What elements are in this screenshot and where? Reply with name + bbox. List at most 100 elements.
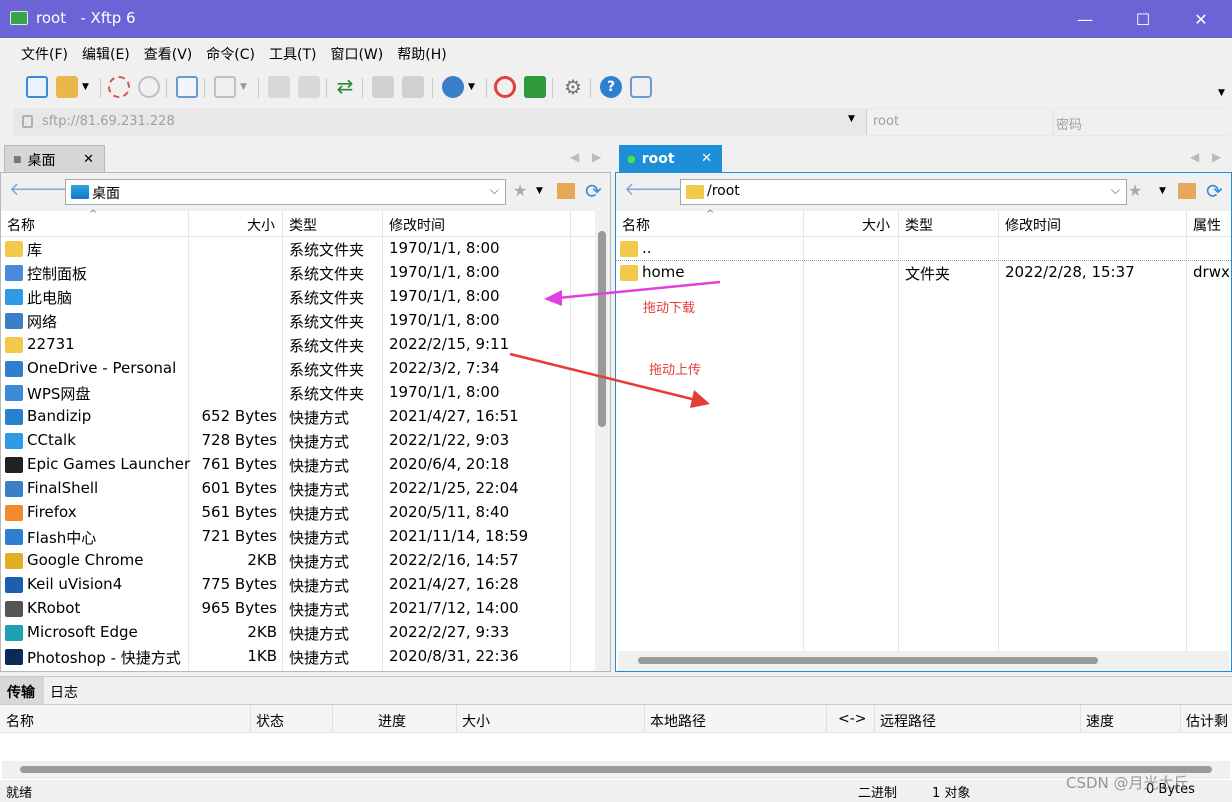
close-window-button[interactable]: ✕ — [1172, 0, 1230, 38]
home-folder-icon[interactable] — [1178, 183, 1196, 199]
col-modified[interactable]: 修改时间 — [389, 215, 445, 235]
local-path-box[interactable]: 桌面 ⌵ — [65, 179, 506, 205]
table-row[interactable]: Firefox 561 Bytes 快捷方式 2020/5/11, 8:40 — [1, 501, 595, 525]
favorite-dropdown-icon[interactable]: ▼ — [1159, 186, 1166, 196]
sync-transfer-icon[interactable]: ⇄ — [334, 76, 356, 98]
reconnect-icon[interactable] — [138, 76, 160, 98]
menu-window[interactable]: 窗口(W) — [323, 44, 390, 64]
address-dropdown-icon[interactable]: ▼ — [848, 114, 855, 124]
table-row[interactable]: Keil uVision4 775 Bytes 快捷方式 2021/4/27, 16:… — [1, 573, 595, 597]
col-type[interactable]: 类型 — [289, 215, 317, 235]
transfer-col-progress[interactable]: 进度 — [378, 711, 406, 731]
properties-icon[interactable] — [176, 76, 198, 98]
transfer-col-status[interactable]: 状态 — [256, 711, 284, 731]
col-type[interactable]: 类型 — [905, 215, 933, 235]
refresh-icon[interactable]: ⟳ — [585, 179, 602, 203]
help-icon[interactable]: ? — [600, 76, 622, 98]
transfer-col-size[interactable]: 大小 — [462, 711, 490, 731]
table-row[interactable]: FinalShell 601 Bytes 快捷方式 2022/1/25, 22:04 — [1, 477, 595, 501]
col-attributes[interactable]: 属性 — [1193, 215, 1221, 235]
maximize-button[interactable]: ☐ — [1114, 0, 1172, 38]
file-modified: 2021/7/12, 14:00 — [389, 599, 519, 617]
table-row[interactable]: 库 系统文件夹 1970/1/1, 8:00 — [1, 237, 595, 261]
upload-file-icon[interactable] — [268, 76, 290, 98]
table-row[interactable]: Flash中心 721 Bytes 快捷方式 2021/11/14, 18:59 — [1, 525, 595, 549]
table-row[interactable]: Google Chrome 2KB 快捷方式 2022/2/16, 14:57 — [1, 549, 595, 573]
download-file-icon[interactable] — [298, 76, 320, 98]
table-row[interactable]: .. — [616, 237, 1231, 261]
transfer-col-eta[interactable]: 估计剩 — [1186, 711, 1228, 731]
open-folder-icon[interactable] — [56, 76, 78, 98]
file-type: 系统文件夹 — [289, 313, 365, 331]
table-row[interactable]: Epic Games Launcher 761 Bytes 快捷方式 2020/6/4… — [1, 453, 595, 477]
menu-tools[interactable]: 工具(T) — [262, 44, 323, 64]
open-dropdown-icon[interactable]: ▼ — [82, 82, 89, 92]
new-session-icon[interactable] — [26, 76, 48, 98]
path-dropdown-icon[interactable]: ⌵ — [490, 183, 499, 198]
transfer-col-local-path[interactable]: 本地路径 — [650, 711, 706, 731]
scroll-thumb[interactable] — [638, 657, 1098, 664]
paste-icon[interactable] — [402, 76, 424, 98]
remote-horizontal-scrollbar[interactable] — [618, 651, 1229, 671]
col-name[interactable]: 名称 — [7, 215, 35, 235]
menu-help[interactable]: 帮助(H) — [390, 44, 453, 64]
scroll-thumb[interactable] — [20, 766, 1212, 773]
file-type: 快捷方式 — [289, 577, 350, 595]
tab-transfer[interactable]: 传输 — [0, 677, 44, 704]
path-dropdown-icon[interactable]: ⌵ — [1111, 183, 1120, 198]
table-row[interactable]: KRobot 965 Bytes 快捷方式 2021/7/12, 14:00 — [1, 597, 595, 621]
close-tab-icon[interactable]: ✕ — [83, 152, 94, 167]
tab-root[interactable]: ● root ✕ — [619, 145, 722, 173]
file-modified: 2022/1/25, 22:04 — [389, 479, 519, 497]
home-folder-icon[interactable] — [557, 183, 575, 199]
col-size[interactable]: 大小 — [247, 215, 275, 235]
close-tab-icon[interactable]: ✕ — [701, 151, 712, 166]
tab-log[interactable]: 日志 — [50, 682, 78, 702]
chrome-icon — [5, 553, 23, 569]
transfer-col-name[interactable]: 名称 — [6, 711, 34, 731]
menu-file[interactable]: 文件(F) — [14, 44, 75, 64]
col-name[interactable]: 名称 — [622, 215, 650, 235]
globe-dropdown-icon[interactable]: ▼ — [468, 82, 475, 92]
disconnect-icon[interactable] — [108, 76, 130, 98]
favorite-star-icon[interactable]: ★ — [513, 181, 527, 200]
favorite-dropdown-icon[interactable]: ▼ — [536, 186, 543, 196]
file-modified: 2022/2/15, 9:11 — [389, 335, 510, 353]
minimize-button[interactable]: — — [1056, 0, 1114, 38]
transfer-horizontal-scrollbar[interactable] — [2, 761, 1230, 779]
address-input[interactable]: sftp://81.69.231.228 — [42, 114, 175, 129]
play-icon[interactable] — [214, 76, 236, 98]
toolbar-overflow-icon[interactable]: ▼ — [1218, 88, 1225, 98]
table-row[interactable]: Microsoft Edge 2KB 快捷方式 2022/2/27, 9:33 — [1, 621, 595, 645]
gear-icon[interactable]: ⚙ — [562, 76, 584, 98]
download-arrow-line — [557, 280, 721, 300]
table-row[interactable]: CCtalk 728 Bytes 快捷方式 2022/1/22, 9:03 — [1, 429, 595, 453]
menu-view[interactable]: 查看(V) — [137, 44, 200, 64]
username-field[interactable]: root — [866, 109, 1052, 135]
remote-path-box[interactable]: /root ⌵ — [680, 179, 1127, 205]
play-dropdown-icon[interactable]: ▼ — [240, 82, 247, 92]
transfer-col-speed[interactable]: 速度 — [1086, 711, 1114, 731]
password-field[interactable]: 密码 — [1054, 109, 1230, 135]
col-size[interactable]: 大小 — [862, 215, 890, 235]
globe-icon[interactable] — [442, 76, 464, 98]
tab-scroll-left-icon[interactable]: ◀ — [1190, 150, 1199, 164]
tab-scroll-right-icon[interactable]: ▶ — [1212, 150, 1221, 164]
menu-edit[interactable]: 编辑(E) — [75, 44, 137, 64]
xftp-icon[interactable] — [524, 76, 546, 98]
chat-icon[interactable] — [630, 76, 652, 98]
table-row[interactable]: Photoshop - 快捷方式 1KB 快捷方式 2020/8/31, 22:36 — [1, 645, 595, 669]
menu-command[interactable]: 命令(C) — [199, 44, 262, 64]
copy-icon[interactable] — [372, 76, 394, 98]
tab-scroll-left-icon[interactable]: ◀ — [570, 150, 579, 164]
file-modified: 1970/1/1, 8:00 — [389, 287, 500, 305]
transfer-col-remote-path[interactable]: 远程路径 — [880, 711, 936, 731]
col-modified[interactable]: 修改时间 — [1005, 215, 1061, 235]
tab-desktop[interactable]: ■ 桌面 ✕ — [4, 145, 105, 173]
refresh-icon[interactable]: ⟳ — [1206, 179, 1223, 203]
transfer-col-direction[interactable]: <-> — [838, 711, 867, 727]
tab-scroll-right-icon[interactable]: ▶ — [592, 150, 601, 164]
favorite-star-icon[interactable]: ★ — [1128, 181, 1142, 200]
xshell-icon[interactable] — [494, 76, 516, 98]
file-size: 728 Bytes — [201, 431, 278, 449]
